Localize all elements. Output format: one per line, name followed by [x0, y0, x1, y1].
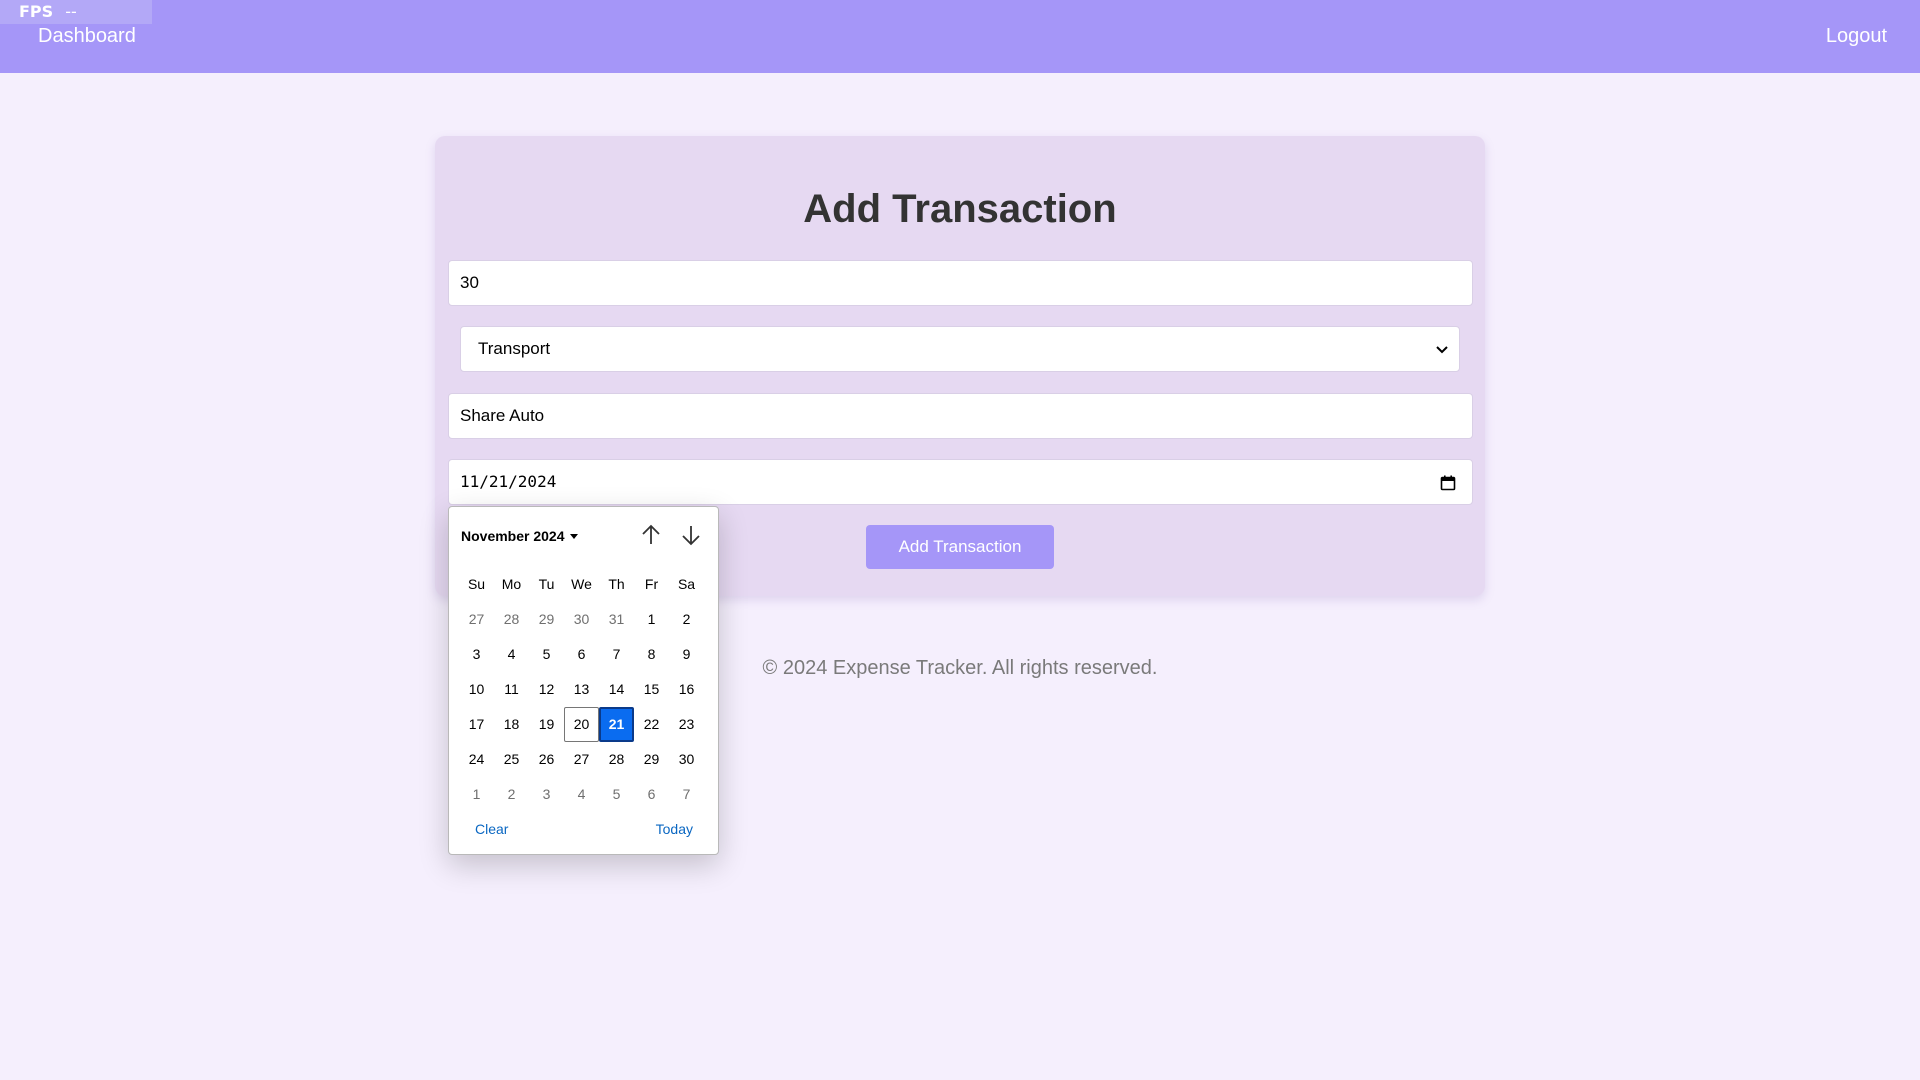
calendar-day[interactable]: 30: [669, 742, 704, 777]
calendar-day[interactable]: 13: [564, 672, 599, 707]
calendar-day[interactable]: 1: [634, 602, 669, 637]
date-picker-popup: November 2024 Su Mo Tu We Th Fr Sa 27 28 29 30 31 1…: [448, 506, 719, 855]
calendar-day-other-month[interactable]: 28: [494, 602, 529, 637]
calendar-week-row: 17 18 19 20 21 22 23: [459, 707, 704, 742]
calendar-day-today[interactable]: 20: [564, 707, 599, 742]
calendar-day-other-month[interactable]: 2: [494, 777, 529, 812]
weekday-label: Su: [467, 576, 486, 592]
calendar-day[interactable]: 6: [564, 637, 599, 672]
nav-logout-link[interactable]: Logout: [1826, 23, 1887, 49]
calendar-day[interactable]: 29: [634, 742, 669, 777]
calendar-day[interactable]: 23: [669, 707, 704, 742]
description-input[interactable]: Share Auto: [448, 393, 1473, 439]
calendar-day[interactable]: 18: [494, 707, 529, 742]
calendar-day[interactable]: 22: [634, 707, 669, 742]
caret-down-icon: [569, 533, 578, 539]
calendar-day[interactable]: 5: [529, 637, 564, 672]
month-year-label: November 2024: [461, 528, 565, 544]
calendar-day-other-month[interactable]: 6: [634, 777, 669, 812]
weekday-header-row: Su Mo Tu We Th Fr Sa: [459, 567, 704, 602]
calendar-day[interactable]: 24: [459, 742, 494, 777]
calendar-day[interactable]: 26: [529, 742, 564, 777]
date-value: 11/21/2024: [460, 472, 557, 491]
calendar-day[interactable]: 12: [529, 672, 564, 707]
weekday-label: We: [571, 576, 592, 592]
weekday-label: Sa: [677, 576, 696, 592]
nav-dashboard-link[interactable]: Dashboard: [38, 23, 136, 49]
calendar-day[interactable]: 16: [669, 672, 704, 707]
calendar-icon[interactable]: [1440, 475, 1456, 491]
fps-value: --: [65, 2, 77, 21]
chevron-down-icon: [1436, 346, 1448, 354]
calendar-day[interactable]: 2: [669, 602, 704, 637]
fps-label: FPS: [19, 2, 54, 21]
weekday-label: Mo: [501, 576, 522, 592]
calendar-week-row: 10 11 12 13 14 15 16: [459, 672, 704, 707]
calendar-week-row: 24 25 26 27 28 29 30: [459, 742, 704, 777]
calendar-day[interactable]: 27: [564, 742, 599, 777]
calendar-week-row: 27 28 29 30 31 1 2: [459, 602, 704, 637]
calendar-day[interactable]: 4: [494, 637, 529, 672]
page-title: Add Transaction: [803, 187, 1117, 231]
top-navbar: FPS -- Dashboard Logout: [0, 0, 1920, 73]
calendar-day[interactable]: 14: [599, 672, 634, 707]
weekday-label: Fr: [644, 576, 659, 592]
calendar-day[interactable]: 19: [529, 707, 564, 742]
calendar-day-other-month[interactable]: 4: [564, 777, 599, 812]
footer-copyright: © 2024 Expense Tracker. All rights reser…: [762, 657, 1158, 679]
amount-input[interactable]: 30: [448, 260, 1473, 306]
month-year-selector[interactable]: November 2024: [461, 527, 578, 545]
calendar-day-other-month[interactable]: 29: [529, 602, 564, 637]
weekday-label: Tu: [538, 576, 555, 592]
arrow-up-icon[interactable]: [637, 521, 665, 549]
calendar-day[interactable]: 25: [494, 742, 529, 777]
calendar-week-row: 1234567: [459, 777, 704, 812]
calendar-day[interactable]: 28: [599, 742, 634, 777]
calendar-day[interactable]: 10: [459, 672, 494, 707]
calendar-day[interactable]: 17: [459, 707, 494, 742]
calendar-day[interactable]: 9: [669, 637, 704, 672]
calendar-day-selected[interactable]: 21: [599, 707, 634, 742]
date-input[interactable]: 11/21/2024: [448, 459, 1473, 505]
calendar-day[interactable]: 11: [494, 672, 529, 707]
clear-date-button[interactable]: Clear: [475, 820, 508, 838]
calendar-day-other-month[interactable]: 30: [564, 602, 599, 637]
calendar-day-other-month[interactable]: 1: [459, 777, 494, 812]
today-button[interactable]: Today: [656, 820, 693, 838]
calendar-day-other-month[interactable]: 31: [599, 602, 634, 637]
calendar-day[interactable]: 3: [459, 637, 494, 672]
fps-counter: FPS --: [0, 0, 152, 24]
calendar-day-other-month[interactable]: 5: [599, 777, 634, 812]
calendar-grid: Su Mo Tu We Th Fr Sa 27 28 29 30 31 1 2 3 4 5 6 7 8 9 10 11 12…: [459, 567, 704, 812]
calendar-day-other-month[interactable]: 27: [459, 602, 494, 637]
calendar-day[interactable]: 8: [634, 637, 669, 672]
calendar-day-other-month[interactable]: 7: [669, 777, 704, 812]
add-transaction-button[interactable]: Add Transaction: [866, 525, 1054, 569]
category-selected-value: Transport: [478, 339, 551, 358]
calendar-day[interactable]: 15: [634, 672, 669, 707]
calendar-day[interactable]: 7: [599, 637, 634, 672]
weekday-label: Th: [608, 576, 625, 592]
calendar-day-other-month[interactable]: 3: [529, 777, 564, 812]
calendar-week-row: 3456789: [459, 637, 704, 672]
arrow-down-icon[interactable]: [677, 521, 705, 549]
category-select[interactable]: Transport: [460, 326, 1460, 372]
